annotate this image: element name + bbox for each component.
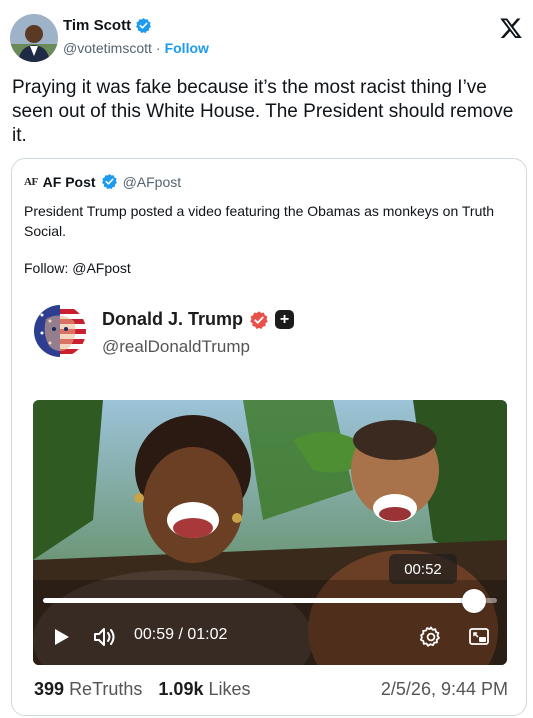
tweet-header: Tim Scott @votetimscott · Follow: [10, 12, 523, 64]
video-progress-track[interactable]: [43, 598, 497, 603]
af-post-logo: AF: [24, 175, 38, 188]
picture-in-picture-icon[interactable]: [468, 626, 490, 648]
verified-badge-icon: [101, 174, 117, 190]
video-time-display: 00:59 / 01:02: [134, 626, 228, 643]
likes-count: 1.09k: [158, 679, 204, 699]
author-handle[interactable]: @votetimscott: [63, 40, 152, 56]
truth-author-handle[interactable]: @realDonaldTrump: [102, 337, 250, 357]
retruths-label: ReTruths: [69, 679, 143, 699]
likes-label: Likes: [208, 679, 251, 699]
likes-stat[interactable]: 1.09k Likes: [158, 679, 250, 700]
post-timestamp[interactable]: 2/5/26, 9:44 PM: [381, 679, 508, 700]
author-name[interactable]: Tim Scott: [63, 17, 131, 34]
play-icon[interactable]: [51, 627, 71, 647]
video-duration-badge: 00:52: [389, 554, 457, 584]
truth-plus-badge-icon: +: [275, 310, 295, 329]
quoted-author-name[interactable]: AF Post: [43, 174, 96, 190]
x-logo-icon[interactable]: [499, 16, 523, 40]
volume-icon[interactable]: [93, 626, 119, 648]
quoted-author-handle[interactable]: @AFpost: [123, 174, 182, 190]
author-avatar[interactable]: [10, 14, 58, 62]
quoted-text: President Trump posted a video featuring…: [24, 203, 495, 239]
truth-verified-badge-icon: [250, 310, 268, 329]
author-name-row: Tim Scott: [63, 17, 152, 34]
retruths-count: 399: [34, 679, 65, 699]
settings-gear-icon[interactable]: [419, 625, 443, 649]
engagement-counts: 399 ReTruths 1.09k Likes: [34, 679, 251, 700]
author-handle-row: @votetimscott · Follow: [63, 40, 209, 56]
video-progress-fill: [43, 598, 475, 603]
video-player[interactable]: 00:52 00:59 / 01:02: [33, 400, 507, 665]
video-controls: 00:59 / 01:02: [33, 620, 507, 654]
quoted-header: AF AF Post @AFpost: [24, 173, 181, 190]
truth-author-avatar: [34, 305, 86, 357]
retruths-stat[interactable]: 399 ReTruths: [34, 679, 142, 700]
truth-author-name[interactable]: Donald J. Trump: [102, 309, 243, 330]
separator-dot: ·: [155, 40, 161, 56]
verified-badge-icon: [136, 18, 152, 34]
follow-button[interactable]: Follow: [165, 40, 209, 56]
tweet-text: Praying it was fake because it’s the mos…: [12, 77, 514, 146]
quoted-post[interactable]: AF AF Post @AFpost President Trump poste…: [11, 158, 527, 716]
truth-name-row: Donald J. Trump +: [102, 309, 295, 330]
quoted-follow-line: Follow: @AFpost: [24, 260, 131, 276]
